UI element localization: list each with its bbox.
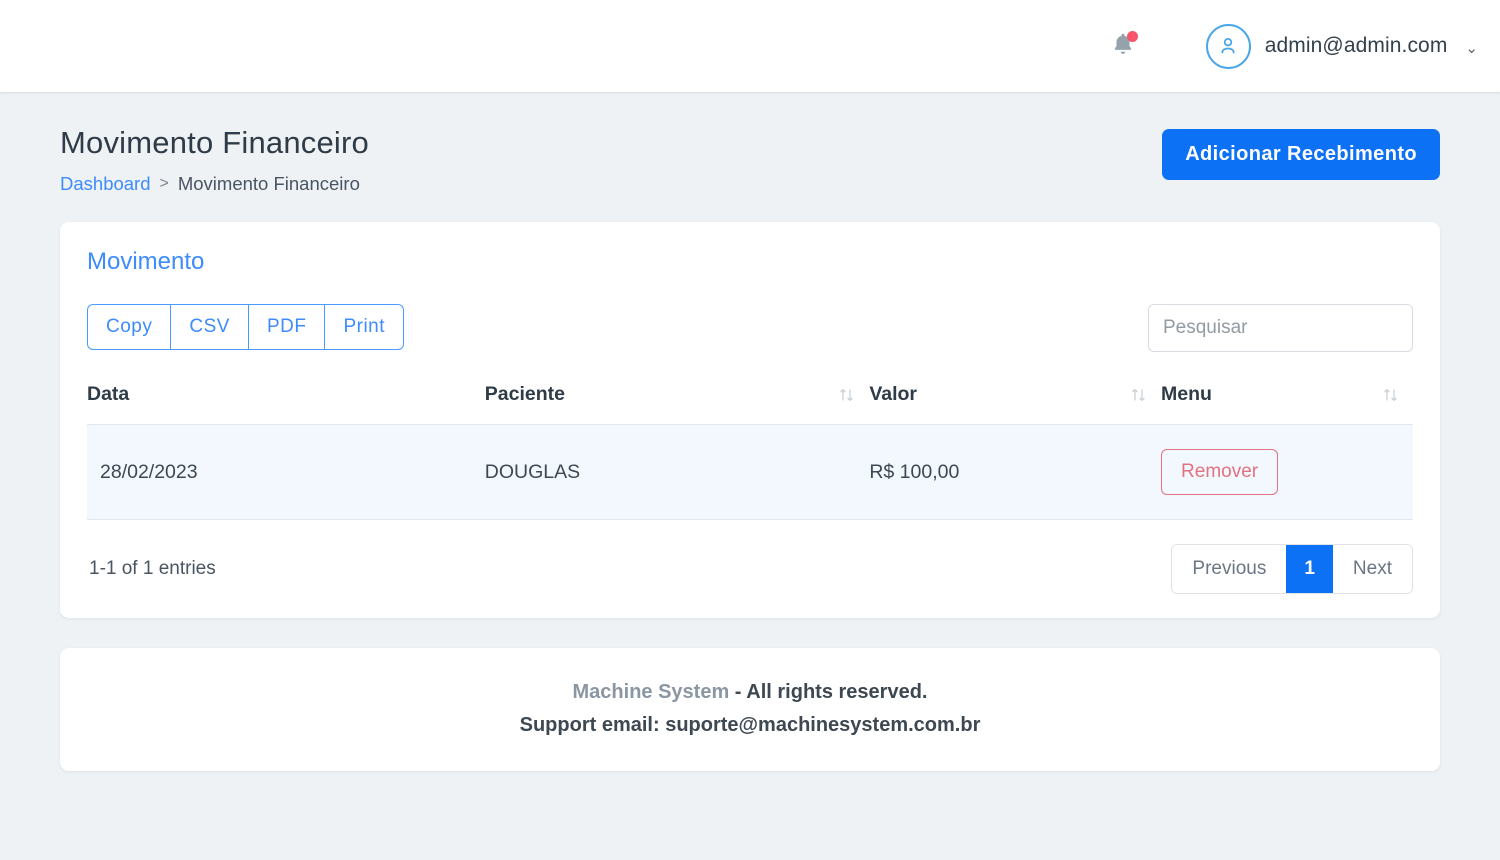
table-body: 28/02/2023 DOUGLAS R$ 100,00 Remover: [87, 424, 1413, 520]
footer-brand: Machine System: [572, 681, 730, 703]
cell-valor: R$ 100,00: [869, 424, 1162, 520]
movimento-card: Movimento Copy CSV PDF Print Data: [60, 222, 1440, 618]
breadcrumb-link-dashboard[interactable]: Dashboard: [60, 173, 151, 195]
footer-rights-line: Machine System - All rights reserved.: [80, 681, 1420, 704]
movimento-table: Data Paciente Valor Menu 28/02/2023 DOUG…: [87, 374, 1413, 520]
pagination-page-1-button[interactable]: 1: [1286, 545, 1333, 593]
column-header-menu[interactable]: Menu: [1161, 374, 1413, 425]
chevron-down-icon[interactable]: ⌄: [1465, 39, 1478, 57]
notification-badge-dot: [1126, 31, 1138, 42]
table-header-row: Data Paciente Valor Menu: [87, 374, 1413, 425]
column-label-valor: Valor: [869, 383, 918, 405]
sort-arrows-icon[interactable]: [1130, 386, 1147, 404]
cell-menu: Remover: [1161, 424, 1413, 520]
pagination-previous-button[interactable]: Previous: [1172, 545, 1287, 593]
page-header-left: Movimento Financeiro Dashboard > Movimen…: [60, 125, 369, 195]
entries-info: 1-1 of 1 entries: [89, 558, 216, 579]
search-input[interactable]: [1148, 304, 1413, 352]
table-toolbar: Copy CSV PDF Print: [87, 304, 1413, 352]
cell-data: 28/02/2023: [87, 424, 485, 520]
column-label-data: Data: [87, 383, 130, 405]
user-menu[interactable]: admin@admin.com ⌄: [1205, 23, 1478, 69]
cell-paciente: DOUGLAS: [484, 424, 870, 520]
page-content: Movimento Financeiro Dashboard > Movimen…: [0, 92, 1500, 771]
table-footer: 1-1 of 1 entries Previous 1 Next: [87, 544, 1413, 594]
user-email-label: admin@admin.com: [1264, 34, 1448, 57]
column-header-paciente[interactable]: Paciente: [484, 374, 870, 425]
table-head: Data Paciente Valor Menu: [87, 374, 1413, 425]
breadcrumb: Dashboard > Movimento Financeiro: [60, 173, 369, 195]
column-header-valor[interactable]: Valor: [869, 374, 1162, 425]
table-row[interactable]: 28/02/2023 DOUGLAS R$ 100,00 Remover: [87, 424, 1413, 520]
breadcrumb-current: Movimento Financeiro: [177, 173, 360, 194]
pdf-button[interactable]: PDF: [247, 304, 325, 350]
print-button[interactable]: Print: [324, 304, 405, 350]
column-label-menu: Menu: [1161, 383, 1212, 405]
footer-rights-text: - All rights reserved.: [729, 681, 928, 703]
page-footer: Machine System - All rights reserved. Su…: [60, 648, 1440, 771]
sort-arrows-icon[interactable]: [838, 386, 855, 404]
export-button-group: Copy CSV PDF Print: [87, 304, 405, 350]
pagination: Previous 1 Next: [1171, 544, 1413, 594]
column-label-paciente: Paciente: [484, 383, 566, 405]
notifications-button[interactable]: [1102, 25, 1144, 67]
copy-button[interactable]: Copy: [87, 304, 171, 350]
avatar: [1205, 23, 1251, 69]
pagination-next-button[interactable]: Next: [1332, 545, 1412, 593]
remover-button[interactable]: Remover: [1161, 449, 1279, 495]
sort-arrows-icon[interactable]: [1382, 386, 1399, 404]
column-header-data[interactable]: Data: [87, 374, 485, 425]
breadcrumb-separator-icon: >: [159, 175, 169, 192]
page-header: Movimento Financeiro Dashboard > Movimen…: [27, 92, 1473, 195]
add-recebimento-button[interactable]: Adicionar Recebimento: [1162, 129, 1440, 180]
csv-button[interactable]: CSV: [170, 304, 248, 350]
page-title: Movimento Financeiro: [60, 125, 369, 160]
top-navbar: admin@admin.com ⌄: [0, 0, 1500, 92]
card-title: Movimento: [87, 248, 205, 275]
footer-support-line: Support email: suporte@machinesystem.com…: [519, 714, 981, 736]
